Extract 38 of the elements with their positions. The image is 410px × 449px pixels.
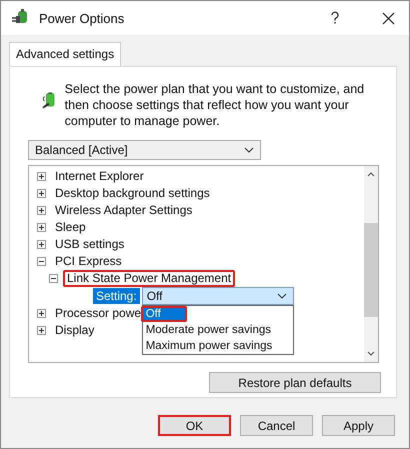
tree-item[interactable]: Wireless Adapter Settings — [51, 202, 196, 219]
tree-item[interactable]: PCI Express — [51, 253, 126, 270]
expand-icon[interactable] — [37, 189, 46, 198]
expand-icon[interactable] — [37, 326, 46, 335]
expand-icon[interactable] — [37, 206, 46, 215]
dialog-button[interactable]: Cancel — [240, 415, 313, 436]
collapse-icon[interactable] — [37, 257, 46, 266]
tab[interactable]: Advanced settings — [9, 42, 122, 66]
tree-item[interactable]: USB settings — [51, 236, 128, 253]
expand-icon[interactable] — [37, 240, 46, 249]
dialog-button[interactable]: Apply — [322, 415, 395, 436]
tree-item[interactable]: Display — [51, 322, 98, 339]
window-title: Power Options — [39, 10, 124, 26]
chevron-down-icon — [276, 293, 287, 299]
tree-item[interactable]: Link State Power Management — [63, 270, 236, 287]
tree-item[interactable]: Internet Explorer — [51, 168, 148, 185]
scrollbar[interactable] — [364, 166, 378, 362]
expand-icon[interactable] — [37, 309, 46, 318]
scroll-down-icon[interactable] — [367, 351, 375, 356]
help-icon[interactable] — [330, 11, 340, 25]
chevron-down-icon — [244, 147, 254, 153]
dropdown-option[interactable]: Off — [140, 306, 187, 322]
setting-label: Setting: — [93, 288, 140, 304]
plan-dropdown[interactable]: Balanced [Active] — [28, 140, 261, 160]
close-icon[interactable] — [382, 12, 395, 24]
restore-defaults-button[interactable]: Restore plan defaults — [209, 372, 381, 393]
dropdown-option[interactable]: Maximum power savings — [140, 338, 293, 354]
dropdown-option[interactable]: Moderate power savings — [140, 322, 293, 338]
tree-item[interactable]: Desktop background settings — [51, 185, 214, 202]
collapse-icon[interactable] — [49, 274, 58, 283]
expand-icon[interactable] — [37, 172, 46, 181]
scrollbar-thumb[interactable] — [364, 223, 378, 317]
scroll-up-icon[interactable] — [367, 172, 375, 177]
tree-item[interactable]: Sleep — [51, 219, 90, 236]
dialog-button[interactable]: OK — [158, 415, 231, 436]
setting-dropdown[interactable]: Off — [142, 287, 294, 305]
expand-icon[interactable] — [37, 223, 46, 232]
description-text: Select the power plan that you want to customize, and then choose settings that reflect how you want your computer to manage power. — [64, 81, 366, 129]
